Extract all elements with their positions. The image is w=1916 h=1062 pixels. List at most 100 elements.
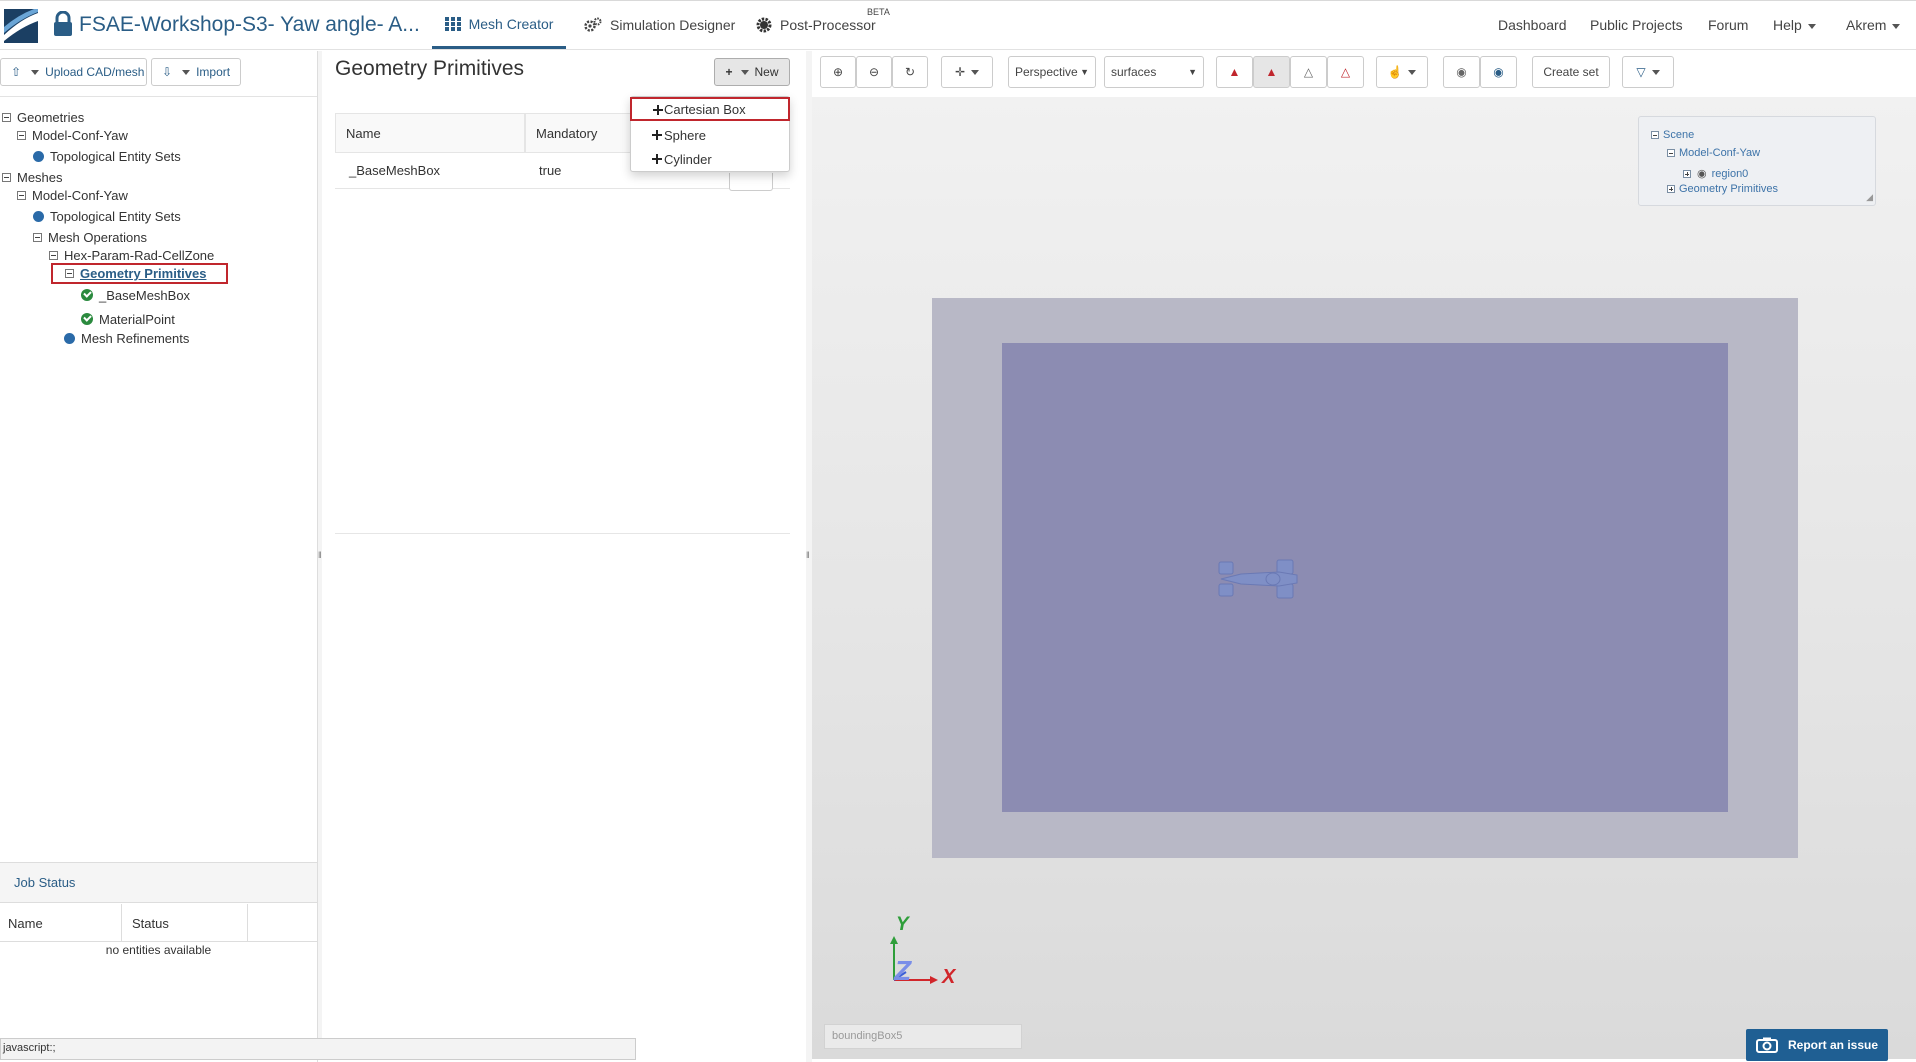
scene-node-model[interactable]: Model-Conf-Yaw (1667, 147, 1760, 159)
triangle-edges-icon: ▲ (1265, 65, 1278, 79)
hide-button[interactable]: ◉ (1443, 56, 1480, 88)
public-projects-link[interactable]: Public Projects (1590, 17, 1683, 33)
zoom-in-button[interactable]: ⊕ (820, 56, 856, 88)
tree-node-materialpoint[interactable]: MaterialPoint (81, 310, 175, 328)
collapse-icon[interactable] (65, 269, 74, 278)
car-model[interactable] (1217, 558, 1301, 600)
show-button[interactable]: ◉ (1480, 56, 1517, 88)
row-action-button[interactable] (729, 173, 773, 191)
tab-post-processor[interactable]: Post-Processor (756, 1, 876, 49)
project-title[interactable]: FSAE-Workshop-S3- Yaw angle- A... (79, 13, 420, 37)
check-circle-icon (81, 289, 93, 301)
upload-caret (25, 65, 39, 79)
pointer-icon: ☝ (1387, 65, 1403, 79)
y-axis-label: Y (896, 914, 911, 935)
scene-label: Model-Conf-Yaw (1679, 147, 1761, 159)
eye-icon[interactable]: ◉ (1697, 167, 1707, 180)
collapse-icon[interactable] (1667, 149, 1675, 157)
splitter-handle-icon[interactable]: ‖ (318, 550, 324, 564)
collapse-icon[interactable] (17, 130, 26, 140)
dropdown-arrow-icon: ▼ (1188, 67, 1197, 77)
upload-icon: ⇧ (11, 65, 22, 79)
row-name-cell[interactable]: _BaseMeshBox (335, 153, 525, 189)
user-menu[interactable]: Akrem (1846, 17, 1900, 33)
tree-node-geometry-primitives[interactable]: Geometry Primitives (51, 263, 228, 284)
reset-view-button[interactable]: ↻ (892, 56, 928, 88)
outline-mode-button[interactable]: △ (1327, 56, 1364, 88)
menu-item-cylinder[interactable]: Cylinder (631, 148, 789, 170)
menu-item-cartesian-box[interactable]: Cartesian Box (630, 97, 790, 121)
zoom-in-icon: ⊕ (832, 65, 844, 79)
import-caret (176, 65, 190, 79)
create-set-button[interactable]: Create set (1532, 56, 1610, 88)
tree-node-mesh-entity-sets[interactable]: Topological Entity Sets (33, 207, 181, 225)
new-caret (735, 65, 749, 79)
selection-caret (1402, 65, 1416, 79)
expand-icon[interactable] (1683, 169, 1691, 178)
surface-mode-button[interactable]: ▲ (1216, 56, 1253, 88)
tree-label: Topological Entity Sets (50, 208, 181, 224)
collapse-icon[interactable] (17, 190, 26, 200)
collapse-icon[interactable] (1651, 131, 1659, 139)
menu-label: Cartesian Box (664, 101, 746, 117)
dashboard-link[interactable]: Dashboard (1498, 17, 1567, 33)
scene-node-primitives[interactable]: Geometry Primitives (1667, 183, 1778, 195)
tree-label: Meshes (17, 169, 63, 185)
import-button[interactable]: ⇩ Import (151, 58, 241, 86)
tree-node-mesh-model[interactable]: Model-Conf-Yaw (17, 186, 128, 204)
filter-button[interactable]: ▽ (1622, 56, 1674, 88)
help-menu[interactable]: Help (1773, 17, 1816, 33)
tree-node-basemeshbox[interactable]: _BaseMeshBox (81, 286, 190, 304)
projection-select[interactable]: Perspective ▼ (1008, 56, 1096, 88)
render-mode-select[interactable]: surfaces ▼ (1104, 56, 1204, 88)
tree-node-meshes[interactable]: Meshes (2, 168, 63, 186)
zoom-out-button[interactable]: ⊖ (856, 56, 892, 88)
tree-node-mesh-refinements[interactable]: Mesh Refinements (64, 329, 189, 347)
tree-label: Geometries (17, 109, 85, 125)
wire-triangle-icon: △ (1303, 65, 1314, 79)
bounding-box-field[interactable]: boundingBox5 (824, 1024, 1022, 1049)
job-col-name[interactable]: Name (0, 904, 122, 942)
scene-node-region[interactable]: ◉ region0 (1683, 167, 1748, 180)
simscale-logo-icon[interactable] (4, 9, 38, 43)
tree-node-hex-param[interactable]: Hex-Param-Rad-CellZone (49, 246, 214, 264)
tree-node-geometry-entity-sets[interactable]: Topological Entity Sets (33, 147, 181, 165)
outline-triangle-icon: △ (1340, 65, 1351, 79)
eye-slash-icon: ◉ (1456, 65, 1467, 79)
collapse-icon[interactable] (33, 232, 42, 242)
left-splitter[interactable] (318, 51, 322, 1038)
report-issue-button[interactable]: Report an issue (1746, 1029, 1888, 1061)
resize-handle-icon[interactable]: ◢ (1866, 192, 1873, 203)
scene-label: Scene (1663, 129, 1695, 141)
collapse-icon[interactable] (49, 250, 58, 260)
tree-label: Hex-Param-Rad-CellZone (64, 247, 215, 263)
render-mode-value: surfaces (1111, 65, 1157, 79)
tree-node-mesh-operations[interactable]: Mesh Operations (33, 228, 147, 246)
entity-dot-icon (33, 150, 44, 162)
col-header-name[interactable]: Name (335, 113, 525, 153)
forum-link[interactable]: Forum (1708, 17, 1748, 33)
surface-edges-mode-button[interactable]: ▲ (1253, 56, 1290, 88)
move-icon: ✛ (954, 65, 966, 79)
upload-cad-button[interactable]: ⇧ Upload CAD/mesh (0, 58, 147, 86)
tree-node-geometries[interactable]: Geometries (2, 108, 84, 126)
tab-simulation-designer[interactable]: Simulation Designer (584, 1, 735, 49)
collapse-icon[interactable] (2, 112, 11, 122)
job-empty-text: no entities available (105, 943, 212, 957)
collapse-icon[interactable] (2, 172, 11, 182)
scene-node-root[interactable]: Scene (1651, 129, 1694, 141)
new-primitive-button[interactable]: + New (714, 58, 790, 86)
tab-mesh-creator[interactable]: Mesh Creator (432, 1, 566, 49)
filter-icon: ▽ (1636, 65, 1646, 79)
tree-node-geometry-model[interactable]: Model-Conf-Yaw (17, 126, 128, 144)
move-tool-button[interactable]: ✛ (941, 56, 993, 88)
menu-item-sphere[interactable]: Sphere (631, 124, 789, 146)
expand-icon[interactable] (1667, 185, 1675, 193)
job-status-panel: Job Status Name Status no entities avail… (0, 862, 317, 1044)
inner-geometry-region[interactable] (1002, 343, 1728, 812)
entity-dot-icon (33, 210, 44, 222)
job-col-status[interactable]: Status (122, 904, 248, 942)
wireframe-mode-button[interactable]: △ (1290, 56, 1327, 88)
selection-tool-button[interactable]: ☝ (1376, 56, 1428, 88)
divider (0, 96, 317, 97)
